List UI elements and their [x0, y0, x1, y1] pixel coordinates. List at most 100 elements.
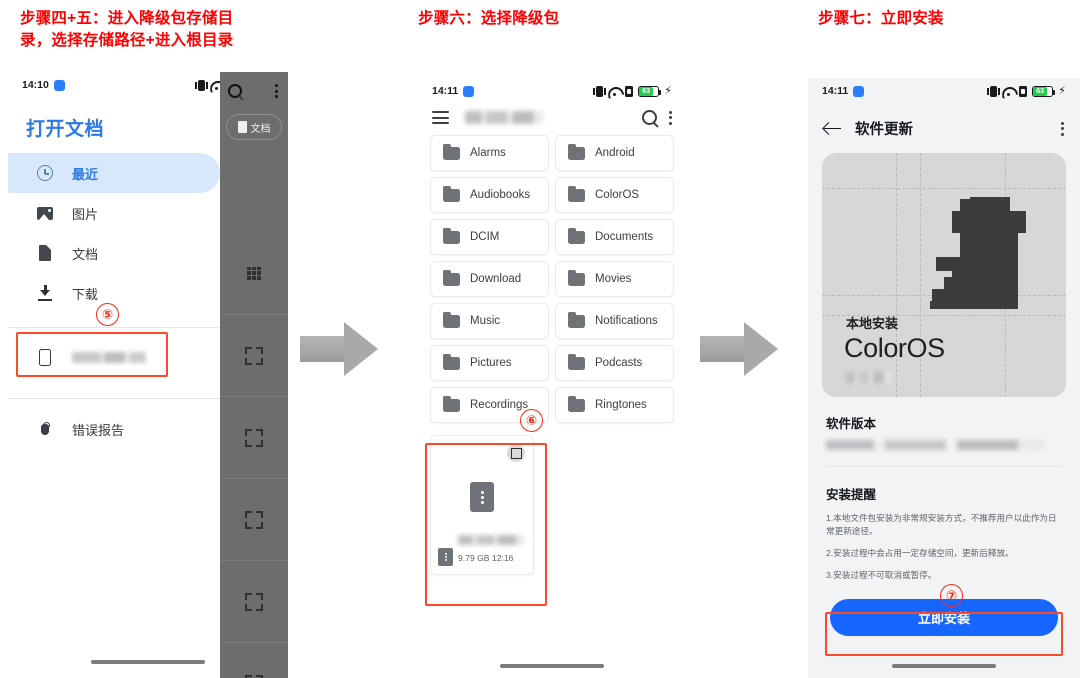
back-arrow-icon[interactable]	[824, 122, 841, 136]
file-time: 12:16	[491, 553, 514, 563]
overlay-chip-label: 文档	[250, 123, 271, 135]
search-icon[interactable]	[642, 110, 657, 125]
page-title: 软件更新	[855, 122, 913, 138]
flow-arrow-1-icon	[300, 322, 378, 376]
folder-item[interactable]: Movies	[555, 261, 674, 297]
file-thumbnail-icon	[470, 482, 494, 512]
charging-bolt-icon: ⚡	[664, 84, 672, 97]
sidebar-item-label: 图片	[72, 206, 99, 222]
folder-item[interactable]: DCIM	[430, 219, 549, 255]
overlay-fullscreen-button[interactable]	[220, 560, 288, 642]
notification-badge-icon	[463, 85, 475, 97]
folder-icon	[443, 185, 460, 202]
overlay-panel: 文档	[220, 72, 288, 678]
flow-arrow-2-icon	[700, 322, 778, 376]
step-marker-6: ⑥	[520, 409, 543, 432]
vibrate-icon	[987, 85, 1001, 97]
folder-label: Pictures	[470, 357, 512, 369]
overlay-fullscreen-button[interactable]	[220, 642, 288, 678]
file-manager-toolbar	[418, 104, 686, 135]
hero-version-redacted	[846, 372, 890, 384]
folder-label: Alarms	[470, 147, 506, 159]
wifi-icon	[1002, 86, 1014, 96]
folder-icon	[443, 227, 460, 244]
kebab-menu-icon[interactable]	[275, 84, 278, 98]
status-bar-3: 14:11 63 ⚡	[808, 78, 1080, 104]
folder-label: Notifications	[595, 315, 658, 327]
file-name-redacted	[458, 535, 524, 545]
vibrate-icon	[593, 85, 607, 97]
folder-label: Music	[470, 315, 501, 327]
folder-item[interactable]: ColorOS	[555, 177, 674, 213]
folder-item[interactable]: Notifications	[555, 303, 674, 339]
vibrate-icon	[195, 79, 209, 91]
notice-line: 2.安装过程中会占用一定存储空间，更新后释放。	[826, 548, 1014, 558]
section-heading: 软件版本	[826, 417, 877, 431]
notification-badge-icon	[853, 85, 865, 97]
folder-label: Documents	[595, 231, 654, 243]
overlay-fullscreen-button[interactable]	[220, 478, 288, 560]
battery-level: 63	[1033, 86, 1047, 96]
file-meta: 9.79 GB 12:16	[458, 553, 513, 563]
overlay-fullscreen-button[interactable]	[220, 396, 288, 478]
kebab-menu-icon[interactable]	[1061, 121, 1064, 136]
hamburger-icon[interactable]	[432, 111, 449, 124]
folder-label: ColorOS	[595, 189, 640, 201]
search-icon[interactable]	[228, 84, 242, 98]
folder-item[interactable]: Android	[555, 135, 674, 171]
folder-icon	[568, 143, 585, 160]
notice-section: 安装提醒 1.本地文件包安装为非常规安装方式，不推荐用户以此作为日常更新途径。 …	[808, 467, 1080, 582]
file-item-ozip[interactable]: 9.79 GB 12:16	[430, 435, 534, 575]
folder-item[interactable]: Documents	[555, 219, 674, 255]
folder-icon	[568, 185, 585, 202]
kebab-menu-icon[interactable]	[669, 110, 672, 125]
folder-icon	[443, 353, 460, 370]
sidebar-item-recent[interactable]: 最近	[8, 153, 220, 193]
bug-icon	[36, 420, 54, 438]
expand-icon[interactable]	[507, 444, 525, 462]
folder-label: Audiobooks	[470, 189, 531, 201]
overlay-fullscreen-button[interactable]	[220, 314, 288, 396]
app-bar: 软件更新	[808, 104, 1080, 151]
folder-item[interactable]: Podcasts	[555, 345, 674, 381]
section-heading: 安装提醒	[826, 488, 877, 502]
folder-label: DCIM	[470, 231, 500, 243]
folder-item[interactable]: Audiobooks	[430, 177, 549, 213]
notice-line: 3.安装过程不可取消或暂停。	[826, 570, 937, 580]
folder-label: Download	[470, 273, 522, 285]
charging-bolt-icon: ⚡	[1058, 84, 1066, 97]
home-indicator	[91, 660, 205, 664]
folder-icon	[443, 269, 460, 286]
folder-icon	[568, 311, 585, 328]
step-caption-3: 步骤七：立即安装	[818, 10, 944, 27]
folder-icon	[568, 227, 585, 244]
file-type-badge-icon	[438, 548, 453, 566]
folder-item[interactable]: Alarms	[430, 135, 549, 171]
folder-icon	[568, 353, 585, 370]
overlay-grid-button[interactable]	[220, 232, 288, 314]
overlay-chip-documents[interactable]: 文档	[226, 114, 282, 140]
current-path-redacted	[465, 111, 543, 124]
status-time: 14:11	[822, 85, 849, 97]
fullscreen-icon	[245, 428, 263, 447]
folder-item[interactable]: Music	[430, 303, 549, 339]
folder-label: Recordings	[470, 399, 529, 411]
battery-level: 63	[639, 86, 653, 96]
version-value-redacted	[826, 440, 1044, 450]
sidebar-item-label: 错误报告	[72, 422, 125, 438]
folder-item[interactable]: Ringtones	[555, 387, 674, 423]
notification-badge-icon	[53, 79, 65, 91]
phone-icon	[36, 348, 54, 366]
battery-icon: 63	[1032, 85, 1056, 97]
home-indicator	[500, 664, 604, 668]
hero-install-label: 本地安装	[846, 316, 899, 331]
upgrade-arrow-icon	[930, 197, 1026, 309]
folder-item[interactable]: Pictures	[430, 345, 549, 381]
step-marker-5: ⑤	[96, 303, 119, 326]
folder-item[interactable]: Download	[430, 261, 549, 297]
status-time: 14:10	[22, 79, 49, 91]
sidebar-item-label: 下载	[72, 286, 99, 302]
device-name-redacted	[72, 351, 146, 363]
document-icon	[36, 244, 54, 262]
sidebar-item-label: 最近	[72, 166, 99, 182]
